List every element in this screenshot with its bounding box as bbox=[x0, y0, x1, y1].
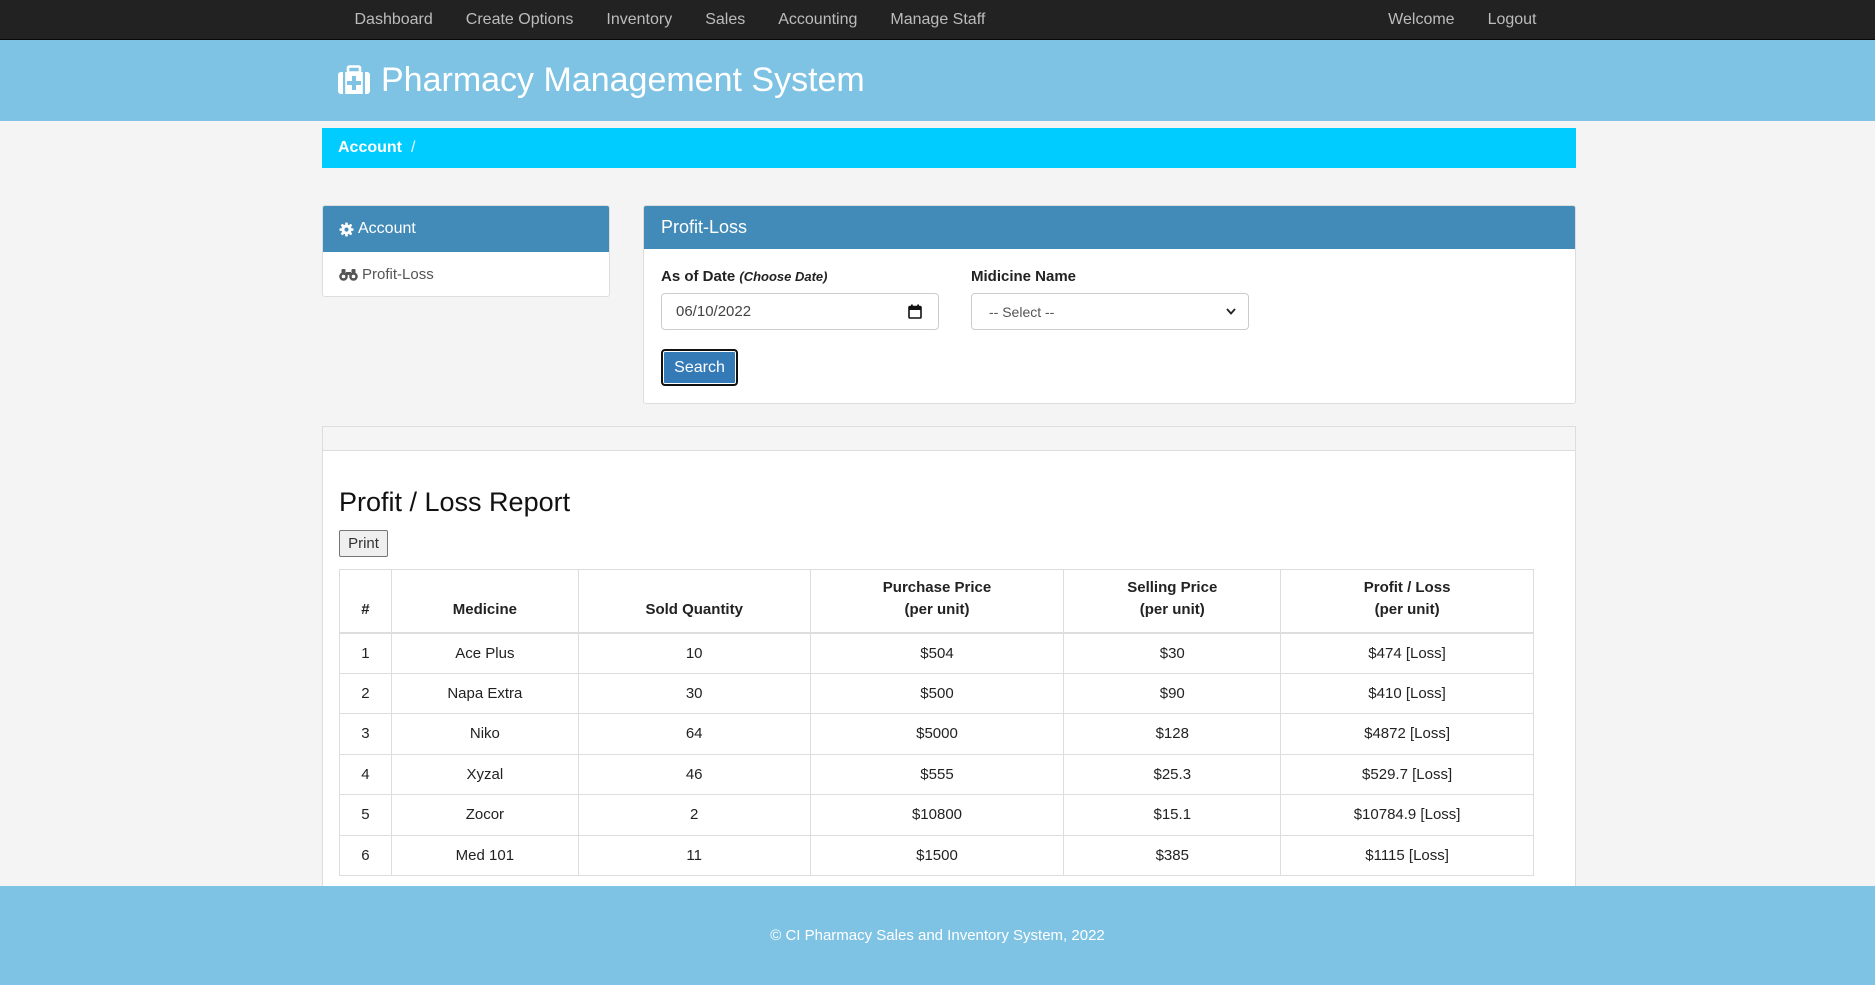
medicine-name-select[interactable]: -- Select -- bbox=[971, 293, 1249, 330]
report-panel: Profit / Loss Report Print # Medicine So… bbox=[322, 426, 1576, 886]
table-cell: $128 bbox=[1063, 713, 1282, 755]
table-row: 6 Med 101 11 $1500 $385 $1115 [Loss] bbox=[339, 834, 1534, 876]
site-header: Pharmacy Management System bbox=[0, 40, 1875, 121]
table-cell: $10800 bbox=[809, 794, 1065, 836]
form-panel-heading: Profit-Loss bbox=[644, 206, 1575, 249]
table-cell: 3 bbox=[339, 713, 392, 755]
table-cell: $385 bbox=[1063, 834, 1282, 876]
table-cell: $5000 bbox=[809, 713, 1065, 755]
table-cell: $90 bbox=[1063, 672, 1282, 714]
search-button[interactable]: Search bbox=[661, 349, 738, 386]
as-of-date-input[interactable]: 06/10/2022 bbox=[661, 293, 939, 330]
binoculars-icon bbox=[339, 268, 358, 281]
nav-inventory-link[interactable]: Inventory bbox=[590, 0, 689, 40]
table-cell: $10784.9 [Loss] bbox=[1280, 794, 1534, 836]
table-row: 1 Ace Plus 10 $504 $30 $474 [Loss] bbox=[339, 632, 1534, 674]
nav-welcome-link[interactable]: Welcome bbox=[1372, 0, 1471, 40]
date-field-label: As of Date (Choose Date) bbox=[661, 268, 827, 285]
breadcrumb-separator: / bbox=[411, 139, 416, 156]
table-cell: $1500 bbox=[809, 834, 1065, 876]
medicine-select-value: -- Select -- bbox=[989, 303, 1055, 320]
table-cell: 46 bbox=[577, 753, 811, 795]
table-cell: Ace Plus bbox=[390, 632, 579, 674]
nav-right-group: Welcome Logout bbox=[1372, 0, 1553, 40]
sidebar-title: Account bbox=[358, 220, 416, 237]
medical-kit-icon bbox=[338, 65, 370, 94]
table-cell: $474 [Loss] bbox=[1280, 632, 1534, 674]
table-cell: $555 bbox=[809, 753, 1065, 795]
date-label-text: As of Date bbox=[661, 268, 736, 285]
brand: Pharmacy Management System bbox=[337, 60, 865, 100]
column-header: # bbox=[339, 569, 392, 634]
profit-loss-form-panel: Profit-Loss As of Date (Choose Date) 06/… bbox=[643, 205, 1576, 404]
table-cell: $15.1 bbox=[1063, 794, 1282, 836]
column-header: Medicine bbox=[390, 569, 579, 634]
sidebar-heading: Account bbox=[323, 206, 609, 252]
table-cell: 11 bbox=[577, 834, 811, 876]
table-row: 2 Napa Extra 30 $500 $90 $410 [Loss] bbox=[339, 672, 1534, 714]
table-row: 3 Niko 64 $5000 $128 $4872 [Loss] bbox=[339, 713, 1534, 755]
report-title: Profit / Loss Report bbox=[339, 487, 571, 517]
table-cell: 64 bbox=[577, 713, 811, 755]
sidebar-panel: Account Profit-Loss bbox=[322, 205, 610, 297]
table-cell: 6 bbox=[339, 834, 392, 876]
site-footer: © CI Pharmacy Sales and Inventory System… bbox=[0, 886, 1875, 985]
chevron-down-icon bbox=[1226, 308, 1236, 315]
breadcrumb-account-link[interactable]: Account bbox=[338, 139, 402, 157]
footer-copyright: © CI Pharmacy Sales and Inventory System… bbox=[770, 927, 1105, 944]
nav-left-group: Dashboard Create Options Inventory Sales… bbox=[338, 0, 1002, 40]
table-cell: 4 bbox=[339, 753, 392, 795]
table-cell: Zocor bbox=[390, 794, 579, 836]
column-header: Selling Price (per unit) bbox=[1063, 569, 1282, 634]
table-header-row: # Medicine Sold Quantity Purchase Price(… bbox=[339, 569, 1534, 634]
page-title: Pharmacy Management System bbox=[381, 61, 865, 99]
table-cell: 1 bbox=[339, 632, 392, 674]
print-button[interactable]: Print bbox=[339, 530, 388, 557]
calendar-icon[interactable] bbox=[908, 304, 922, 319]
table-row: 4 Xyzal 46 $555 $25.3 $529.7 [Loss] bbox=[339, 753, 1534, 795]
table-cell: 5 bbox=[339, 794, 392, 836]
table-cell: Xyzal bbox=[390, 753, 579, 795]
breadcrumb: Account / bbox=[322, 128, 1576, 168]
date-input-value: 06/10/2022 bbox=[676, 303, 752, 320]
nav-logout-link[interactable]: Logout bbox=[1471, 0, 1553, 40]
table-cell: Napa Extra bbox=[390, 672, 579, 714]
top-navbar: Dashboard Create Options Inventory Sales… bbox=[0, 0, 1875, 40]
sidebar-item-label: Profit-Loss bbox=[362, 265, 434, 283]
column-header: Purchase Price (per unit) bbox=[809, 569, 1065, 634]
table-cell: Med 101 bbox=[390, 834, 579, 876]
table-cell: $1115 [Loss] bbox=[1280, 834, 1534, 876]
nav-sales-link[interactable]: Sales bbox=[689, 0, 762, 40]
nav-accounting-link[interactable]: Accounting bbox=[762, 0, 874, 40]
table-cell: $25.3 bbox=[1063, 753, 1282, 795]
table-cell: $410 [Loss] bbox=[1280, 672, 1534, 714]
nav-create-options-link[interactable]: Create Options bbox=[449, 0, 590, 40]
nav-dashboard-link[interactable]: Dashboard bbox=[338, 0, 449, 40]
table-row: 5 Zocor 2 $10800 $15.1 $10784.9 [Loss] bbox=[339, 794, 1534, 836]
table-cell: $30 bbox=[1063, 632, 1282, 674]
nav-manage-staff-link[interactable]: Manage Staff bbox=[874, 0, 1002, 40]
gear-icon bbox=[339, 221, 354, 237]
table-cell: Niko bbox=[390, 713, 579, 755]
column-header: Sold Quantity bbox=[577, 569, 811, 634]
table-cell: $504 bbox=[809, 632, 1065, 674]
table-cell: 2 bbox=[339, 672, 392, 714]
sidebar-item-profit-loss[interactable]: Profit-Loss bbox=[323, 252, 609, 296]
date-label-hint: (Choose Date) bbox=[739, 269, 828, 284]
medicine-field-label: Midicine Name bbox=[971, 268, 1077, 285]
table-cell: 2 bbox=[577, 794, 811, 836]
table-cell: 30 bbox=[577, 672, 811, 714]
report-panel-heading bbox=[323, 427, 1575, 451]
table-cell: $4872 [Loss] bbox=[1280, 713, 1534, 755]
table-cell: $529.7 [Loss] bbox=[1280, 753, 1534, 795]
table-cell: $500 bbox=[809, 672, 1065, 714]
profit-loss-table: # Medicine Sold Quantity Purchase Price(… bbox=[339, 569, 1534, 876]
column-header: Profit / Loss (per unit) bbox=[1280, 569, 1534, 634]
table-cell: 10 bbox=[577, 632, 811, 674]
